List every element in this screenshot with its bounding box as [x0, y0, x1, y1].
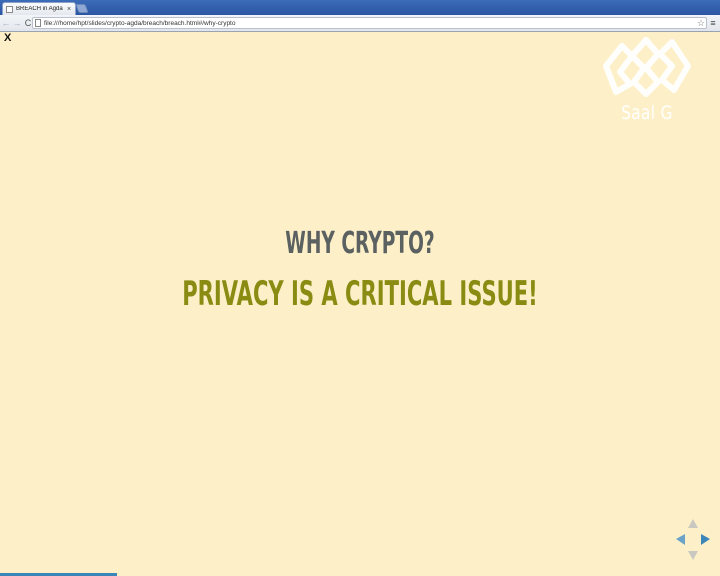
- address-bar[interactable]: file:///home/hpt/slides/crypto-agda/brea…: [32, 17, 707, 29]
- forward-arrow-icon[interactable]: →: [12, 17, 22, 29]
- nav-up-icon[interactable]: [688, 519, 698, 528]
- nav-left-icon[interactable]: [676, 534, 685, 545]
- tab-close-icon[interactable]: ×: [65, 6, 73, 13]
- page-icon: [35, 19, 41, 27]
- tab-active[interactable]: BREACH in Agda ×: [2, 2, 76, 15]
- new-tab-button[interactable]: [75, 4, 89, 13]
- tab-title: BREACH in Agda: [16, 6, 63, 12]
- nav-right-icon[interactable]: [701, 534, 710, 545]
- slide-navigation: [676, 519, 710, 560]
- close-icon[interactable]: X: [4, 32, 11, 44]
- toolbar: ← → C file:///home/hpt/slides/crypto-agd…: [0, 15, 720, 32]
- logo-text: Saal G: [621, 102, 673, 124]
- logo: Saal G: [600, 32, 694, 128]
- nav-down-icon[interactable]: [688, 551, 698, 560]
- star-icon[interactable]: ☆: [696, 18, 706, 28]
- slide-heading: WHY CRYPTO?: [285, 226, 435, 261]
- logo-icon: [603, 37, 691, 97]
- tab-favicon-icon: [6, 5, 13, 13]
- browser-window: BREACH in Agda × ← → C file:///home/hpt/…: [0, 0, 720, 576]
- back-arrow-icon[interactable]: ←: [1, 17, 11, 29]
- slide-subheading: PRIVACY IS A CRITICAL ISSUE!: [182, 274, 538, 314]
- slide-page: X Saal G WHY CRYPTO? PRIVACY IS A CRITIC…: [0, 32, 720, 576]
- tab-strip: BREACH in Agda ×: [0, 0, 720, 15]
- menu-icon[interactable]: ≡: [708, 17, 718, 29]
- url-text[interactable]: file:///home/hpt/slides/crypto-agda/brea…: [44, 20, 696, 27]
